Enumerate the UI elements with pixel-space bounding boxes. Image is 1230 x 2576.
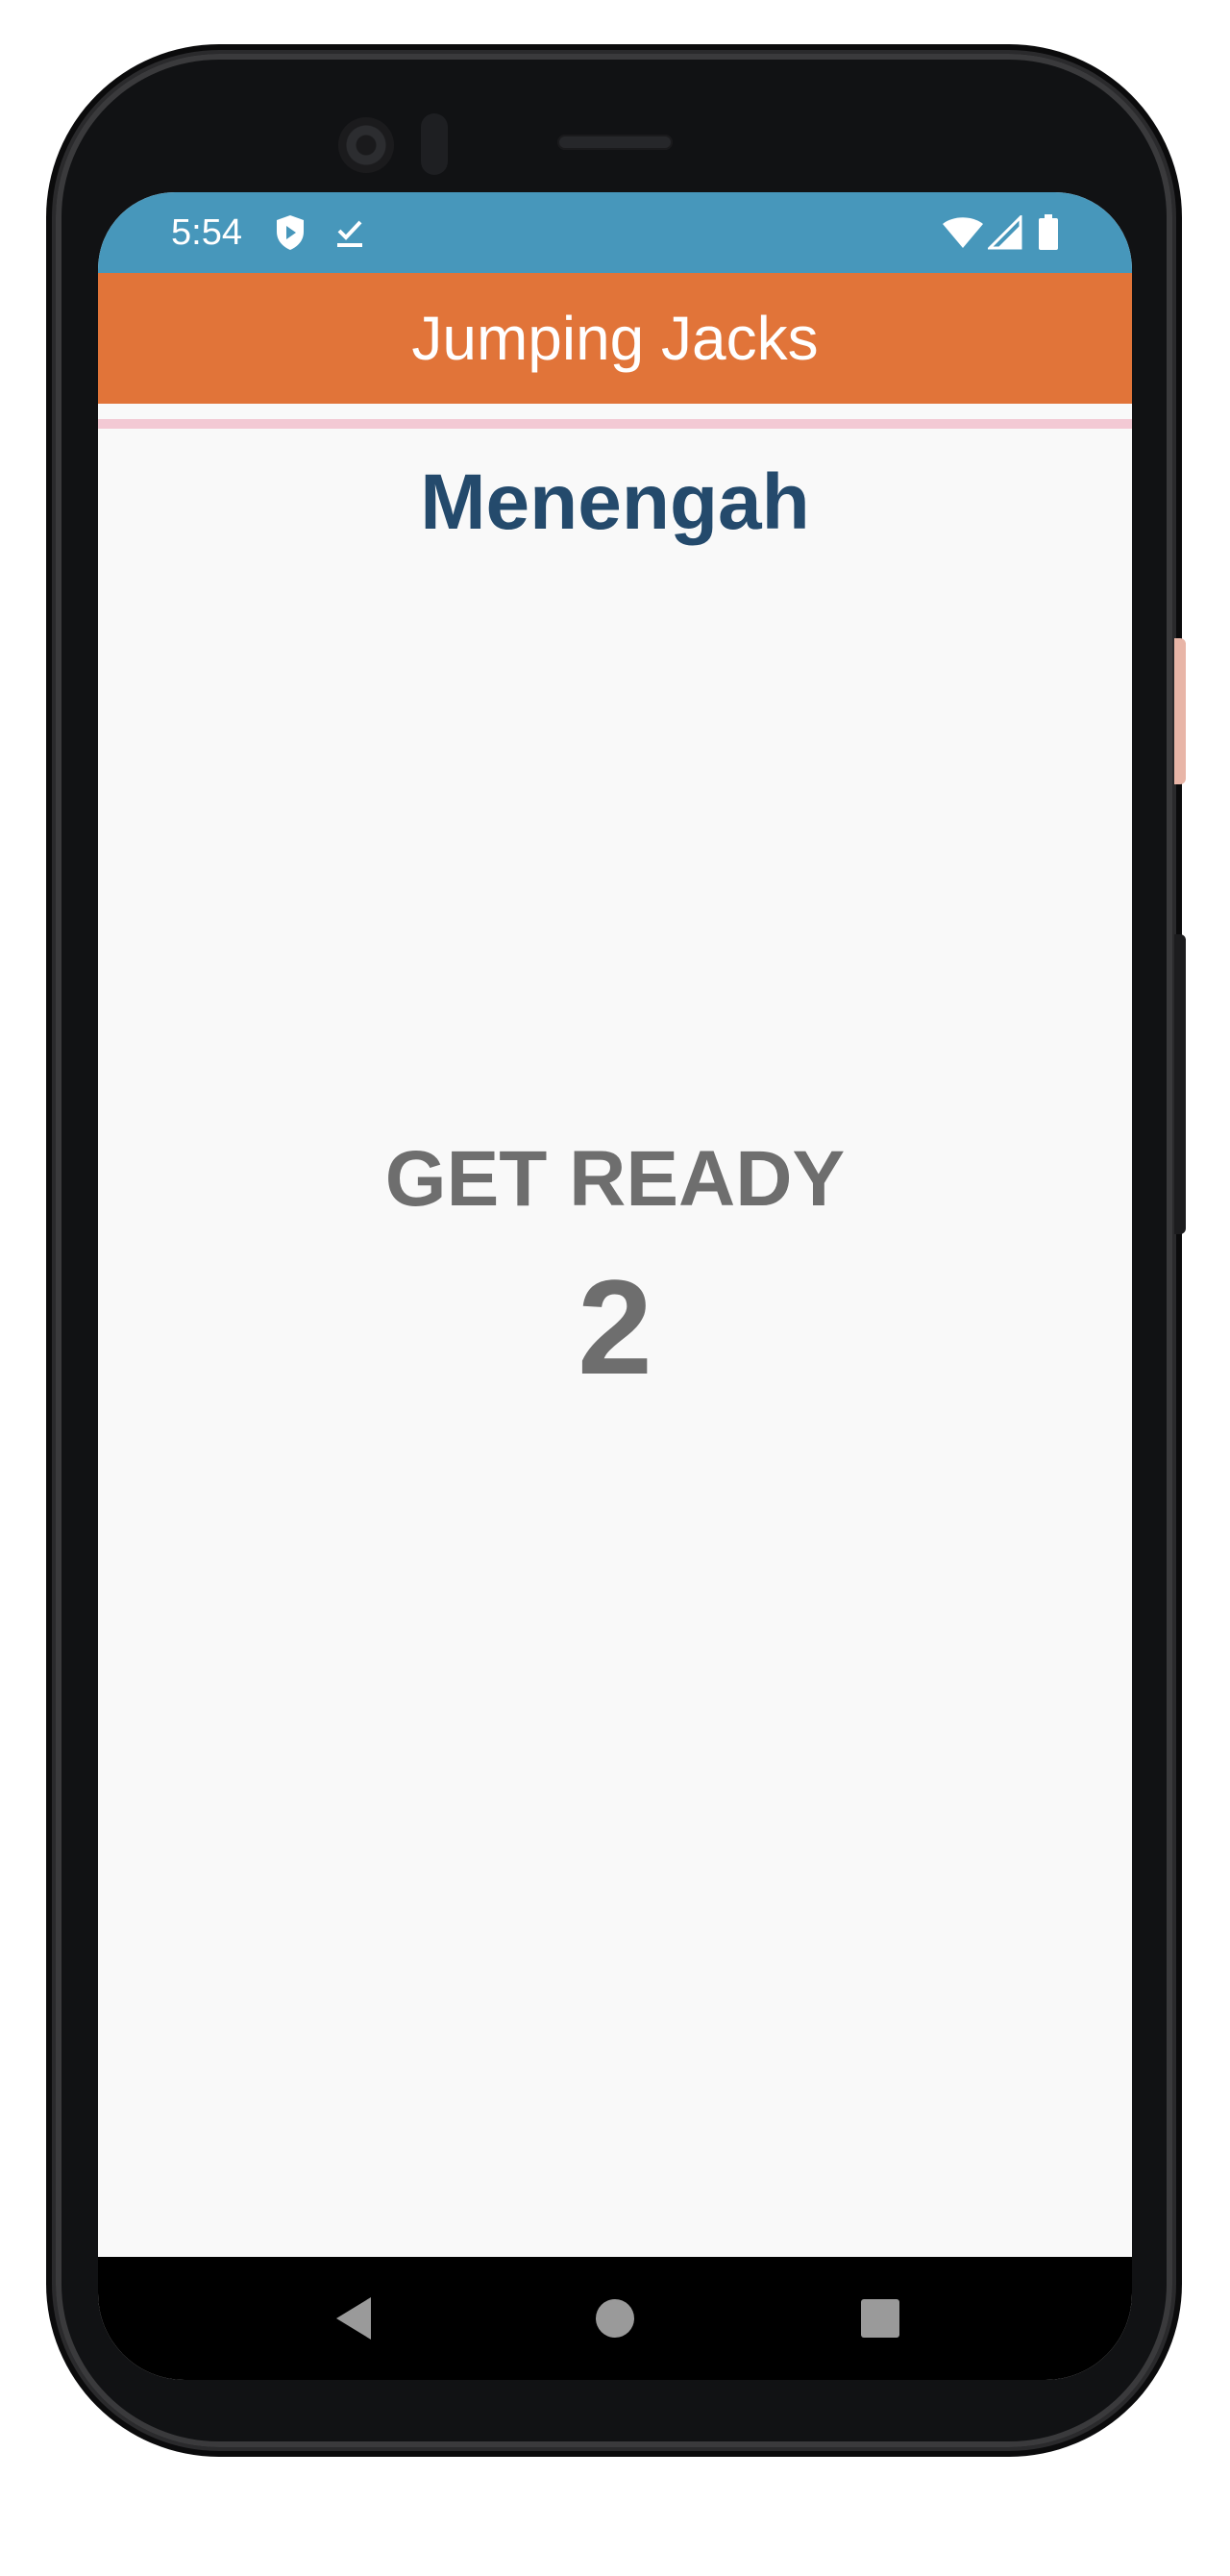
navigation-bar <box>98 2257 1132 2380</box>
power-button[interactable] <box>1174 638 1186 784</box>
task-done-icon <box>332 211 367 254</box>
back-icon[interactable] <box>323 2288 384 2349</box>
proximity-sensor <box>421 113 448 175</box>
cellular-signal-icon <box>986 211 1024 254</box>
wifi-icon <box>942 211 984 254</box>
play-protect-icon <box>273 211 308 254</box>
countdown-number: 2 <box>578 1251 652 1402</box>
difficulty-level: Menengah <box>420 458 810 546</box>
front-camera <box>338 117 394 173</box>
status-time: 5:54 <box>171 212 242 253</box>
app-title: Jumping Jacks <box>411 304 819 373</box>
progress-divider <box>98 419 1132 429</box>
screen: 5:54 Jumping Jacks Menengah GET READY 2 <box>98 192 1132 2380</box>
recents-icon[interactable] <box>849 2288 911 2349</box>
status-bar: 5:54 <box>98 192 1132 273</box>
app-bar: Jumping Jacks <box>98 273 1132 404</box>
device-frame: 5:54 Jumping Jacks Menengah GET READY 2 <box>0 0 1230 2576</box>
home-icon[interactable] <box>584 2288 646 2349</box>
battery-icon <box>1036 211 1061 254</box>
earpiece-speaker <box>557 135 673 150</box>
volume-button[interactable] <box>1174 934 1186 1234</box>
get-ready-label: GET READY <box>384 1135 846 1223</box>
